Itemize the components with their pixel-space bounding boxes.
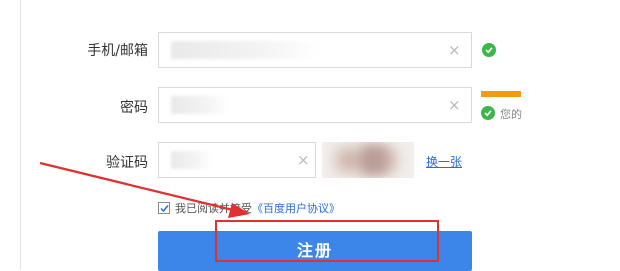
agreement-link[interactable]: 《百度用户协议》 [252,202,340,215]
clear-icon[interactable]: × [297,153,310,168]
phone-email-label: 手机/邮箱 [87,43,148,59]
clear-icon[interactable]: × [448,43,461,58]
check-circle-icon [482,43,496,57]
check-circle-icon [481,106,495,120]
password-field[interactable]: × [158,87,472,123]
blurred-value [171,41,319,59]
captcha-blur [362,146,386,174]
left-guide-line [20,0,21,270]
captcha-label: 验证码 [106,155,148,171]
password-label: 密码 [120,100,148,116]
agreement-text: 我已阅读并接受《百度用户协议》 [175,200,340,216]
password-hint: 您的 [500,108,522,121]
blurred-value [171,151,211,169]
register-button[interactable]: 注册 [158,231,472,271]
captcha-image[interactable] [322,142,414,178]
refresh-captcha-link[interactable]: 换一张 [426,153,462,170]
password-strength-bar [481,91,521,97]
phone-email-field[interactable]: × [158,32,472,68]
captcha-field[interactable]: × [158,142,316,178]
blurred-value [171,96,229,114]
agreement-checkbox[interactable] [158,202,170,214]
agreement-prefix: 我已阅读并接受 [175,202,252,215]
clear-icon[interactable]: × [448,98,461,113]
